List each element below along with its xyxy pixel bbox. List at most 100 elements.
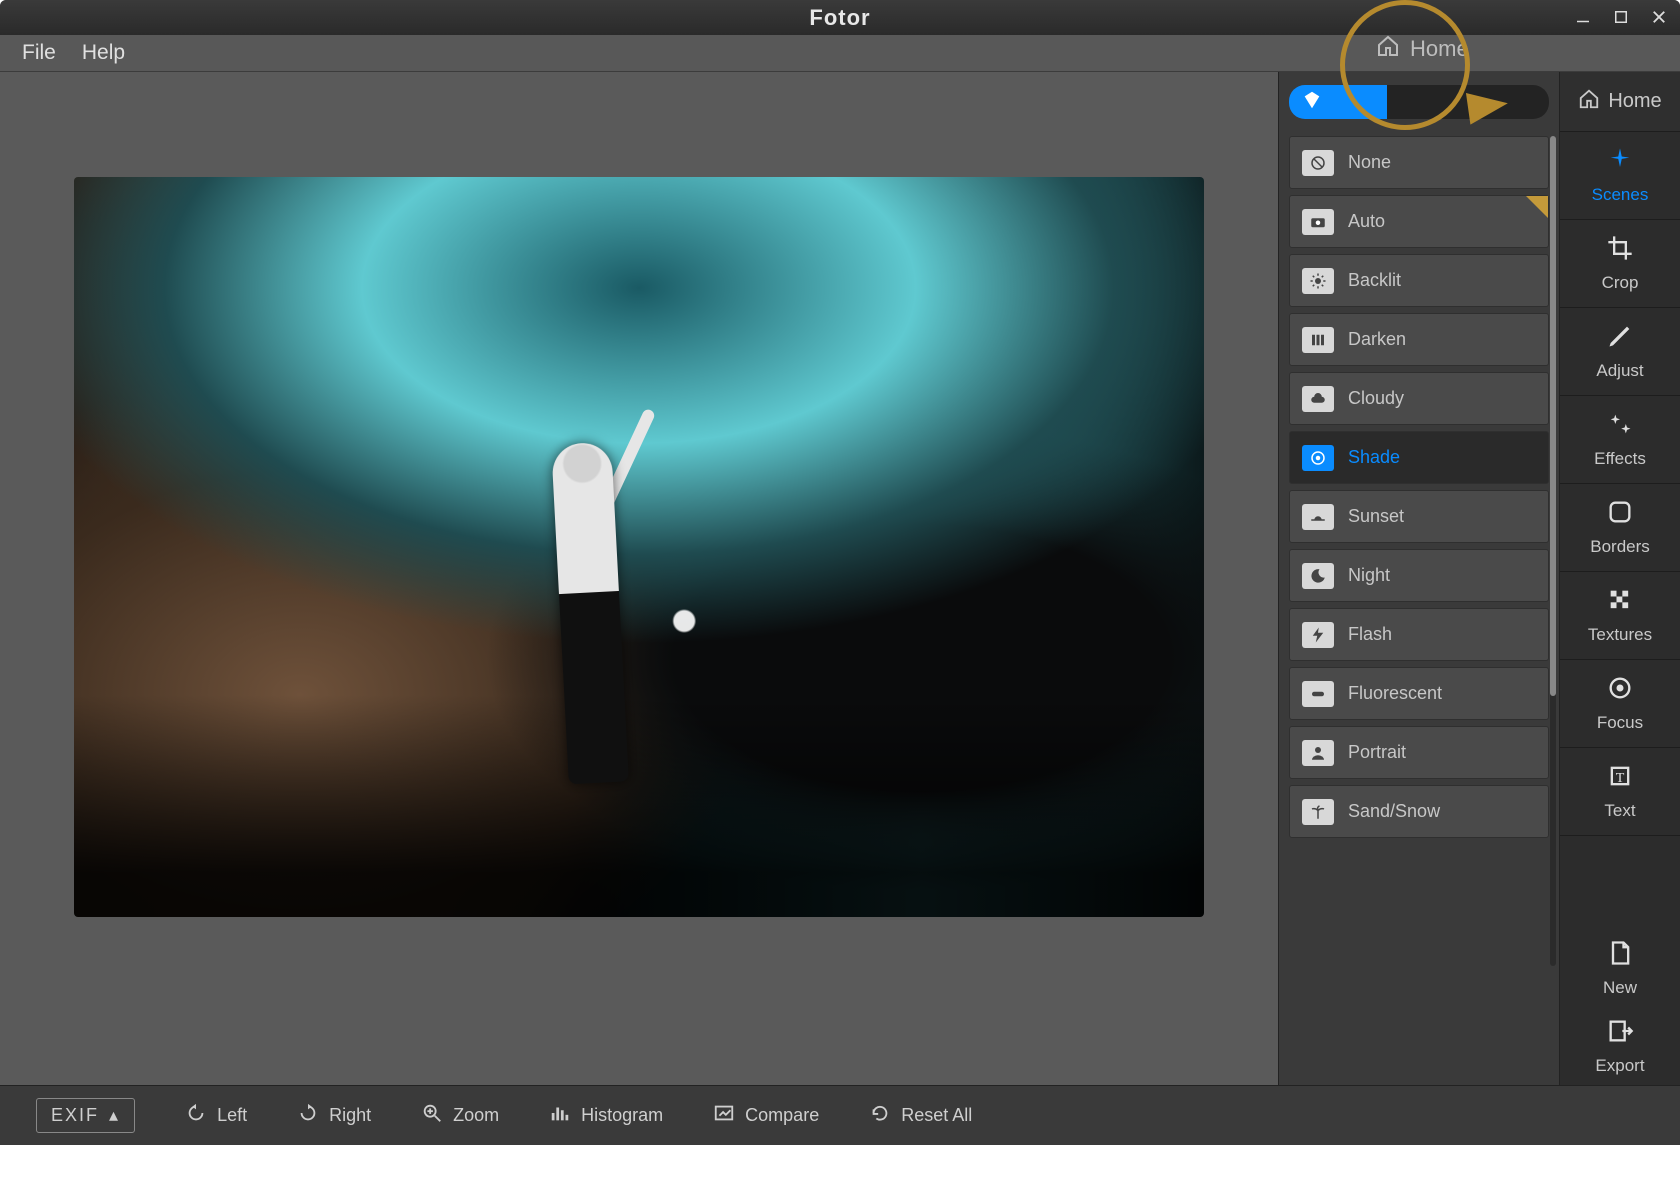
scene-item-label: Shade bbox=[1348, 447, 1400, 468]
rotate-left-label: Left bbox=[217, 1105, 247, 1126]
compare-button[interactable]: Compare bbox=[713, 1102, 819, 1129]
rotate-left-icon bbox=[185, 1102, 207, 1129]
exif-label: EXIF bbox=[51, 1105, 99, 1126]
scene-item-label: Sunset bbox=[1348, 506, 1404, 527]
zoom-label: Zoom bbox=[453, 1105, 499, 1126]
stars-icon bbox=[1606, 410, 1634, 443]
bottom-bar: EXIF ▴ Left Right Zoom Histogram Comp bbox=[0, 1085, 1680, 1145]
tool-focus[interactable]: Focus bbox=[1560, 660, 1680, 748]
fileop-label: New bbox=[1603, 978, 1637, 998]
chevron-up-icon: ▴ bbox=[109, 1105, 120, 1126]
premium-star-icon bbox=[1526, 196, 1548, 218]
moon-icon bbox=[1302, 563, 1334, 589]
text-icon: T bbox=[1606, 762, 1634, 795]
svg-text:T: T bbox=[1616, 771, 1625, 786]
scene-item-label: Auto bbox=[1348, 211, 1385, 232]
rotate-left-button[interactable]: Left bbox=[185, 1102, 247, 1129]
cloud-icon bbox=[1302, 386, 1334, 412]
pencil-icon bbox=[1606, 322, 1634, 355]
reset-all-label: Reset All bbox=[901, 1105, 972, 1126]
scene-item-label: Night bbox=[1348, 565, 1390, 586]
annotation-arrow bbox=[1466, 87, 1510, 124]
reset-all-button[interactable]: Reset All bbox=[869, 1102, 972, 1129]
tube-icon bbox=[1302, 681, 1334, 707]
scene-item-cloudy[interactable]: Cloudy bbox=[1289, 372, 1549, 425]
ban-icon bbox=[1302, 150, 1334, 176]
rotate-right-button[interactable]: Right bbox=[297, 1102, 371, 1129]
annotation-home-label: Home bbox=[1376, 34, 1469, 64]
tool-borders[interactable]: Borders bbox=[1560, 484, 1680, 572]
bolt-icon bbox=[1302, 622, 1334, 648]
menu-help[interactable]: Help bbox=[82, 41, 125, 65]
export-icon bbox=[1606, 1017, 1634, 1050]
titlebar: Fotor bbox=[0, 0, 1680, 35]
scene-item-fluorescent[interactable]: Fluorescent bbox=[1289, 667, 1549, 720]
tool-scenes[interactable]: Scenes bbox=[1560, 132, 1680, 220]
home-button[interactable]: Home bbox=[1560, 72, 1680, 132]
scene-item-label: Backlit bbox=[1348, 270, 1401, 291]
tool-adjust[interactable]: Adjust bbox=[1560, 308, 1680, 396]
tool-label: Focus bbox=[1597, 713, 1643, 733]
sun-burst-icon bbox=[1302, 268, 1334, 294]
zoom-button[interactable]: Zoom bbox=[421, 1102, 499, 1129]
window-minimize-button[interactable] bbox=[1568, 3, 1598, 31]
tool-effects[interactable]: Effects bbox=[1560, 396, 1680, 484]
scene-item-label: Sand/Snow bbox=[1348, 801, 1440, 822]
scene-item-label: Darken bbox=[1348, 329, 1406, 350]
scene-item-sunset[interactable]: Sunset bbox=[1289, 490, 1549, 543]
scene-item-label: None bbox=[1348, 152, 1391, 173]
scene-item-darken[interactable]: Darken bbox=[1289, 313, 1549, 366]
tool-textures[interactable]: Textures bbox=[1560, 572, 1680, 660]
exif-button[interactable]: EXIF ▴ bbox=[36, 1098, 135, 1133]
scene-item-auto[interactable]: Auto bbox=[1289, 195, 1549, 248]
checker-icon bbox=[1606, 586, 1634, 619]
photo-preview[interactable] bbox=[74, 177, 1204, 917]
scene-item-label: Cloudy bbox=[1348, 388, 1404, 409]
rotate-right-label: Right bbox=[329, 1105, 371, 1126]
compare-label: Compare bbox=[745, 1105, 819, 1126]
canvas-area bbox=[0, 72, 1278, 1085]
tool-label: Text bbox=[1604, 801, 1635, 821]
window-maximize-button[interactable] bbox=[1606, 3, 1636, 31]
scene-item-flash[interactable]: Flash bbox=[1289, 608, 1549, 661]
scene-item-night[interactable]: Night bbox=[1289, 549, 1549, 602]
scenes-panel: None Auto Backlit Darken Cloudy Shade Sunset Ni… bbox=[1278, 72, 1560, 1085]
compare-icon bbox=[713, 1102, 735, 1129]
home-icon bbox=[1376, 34, 1400, 64]
tool-text[interactable]: T Text bbox=[1560, 748, 1680, 836]
tool-label: Textures bbox=[1588, 625, 1652, 645]
histogram-button[interactable]: Histogram bbox=[549, 1102, 663, 1129]
tool-crop[interactable]: Crop bbox=[1560, 220, 1680, 308]
home-icon bbox=[1578, 88, 1600, 116]
horizon-icon bbox=[1302, 504, 1334, 530]
window-close-button[interactable] bbox=[1644, 3, 1674, 31]
palm-icon bbox=[1302, 799, 1334, 825]
scene-item-shade[interactable]: Shade bbox=[1289, 431, 1549, 484]
page-icon bbox=[1606, 939, 1634, 972]
tool-label: Effects bbox=[1594, 449, 1646, 469]
frame-icon bbox=[1606, 498, 1634, 531]
scenes-scrollbar[interactable] bbox=[1550, 136, 1556, 966]
zoom-icon bbox=[421, 1102, 443, 1129]
scene-item-portrait[interactable]: Portrait bbox=[1289, 726, 1549, 779]
scene-item-sand-snow[interactable]: Sand/Snow bbox=[1289, 785, 1549, 838]
premium-toggle[interactable] bbox=[1289, 85, 1549, 119]
menu-file[interactable]: File bbox=[22, 41, 56, 65]
fileop-new[interactable]: New bbox=[1560, 929, 1680, 1007]
tool-label: Adjust bbox=[1596, 361, 1643, 381]
scrollbar-thumb[interactable] bbox=[1550, 136, 1556, 696]
right-toolbar: Home Scenes Crop Adjust Effects Borders Textu… bbox=[1560, 72, 1680, 1085]
diamond-icon bbox=[1301, 89, 1323, 116]
app-title: Fotor bbox=[809, 5, 870, 31]
tool-label: Scenes bbox=[1592, 185, 1649, 205]
scene-item-label: Fluorescent bbox=[1348, 683, 1442, 704]
scene-item-none[interactable]: None bbox=[1289, 136, 1549, 189]
fileop-export[interactable]: Export bbox=[1560, 1007, 1680, 1085]
target-icon bbox=[1606, 674, 1634, 707]
aperture-icon bbox=[1302, 445, 1334, 471]
scene-item-backlit[interactable]: Backlit bbox=[1289, 254, 1549, 307]
histogram-label: Histogram bbox=[581, 1105, 663, 1126]
home-label: Home bbox=[1608, 90, 1661, 113]
scene-item-label: Flash bbox=[1348, 624, 1392, 645]
histogram-icon bbox=[549, 1102, 571, 1129]
